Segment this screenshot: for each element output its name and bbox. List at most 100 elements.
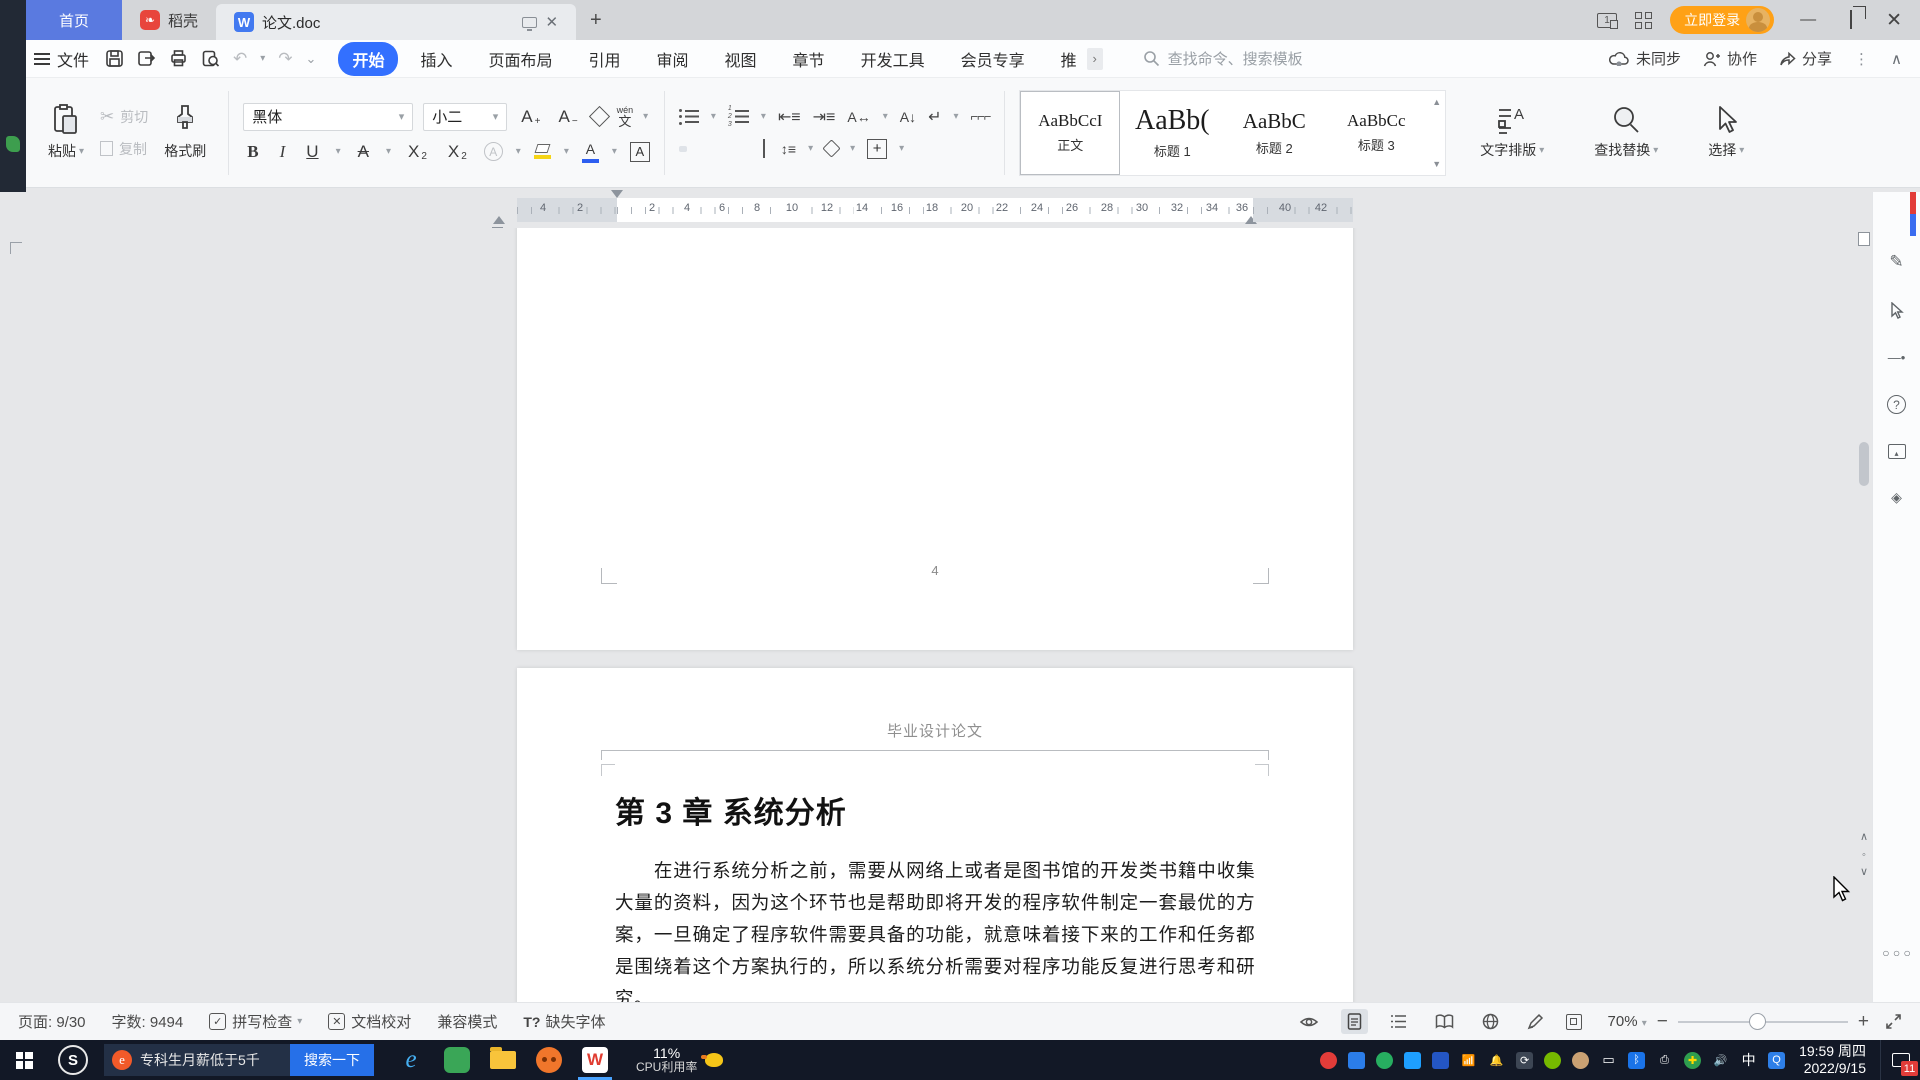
style-normal[interactable]: AaBbCcI 正文	[1020, 90, 1121, 175]
tray-shield-icon[interactable]	[1432, 1051, 1450, 1069]
cpu-monitor-widget[interactable]: 11% CPU利用率	[636, 1045, 724, 1075]
file-explorer-icon[interactable]	[480, 1040, 526, 1080]
jump-page-icon[interactable]: ◦	[1857, 847, 1871, 865]
copy-button[interactable]: 复制	[100, 139, 148, 159]
ime-indicator[interactable]: 中	[1740, 1052, 1757, 1069]
character-border-button[interactable]: A	[629, 141, 650, 162]
hanging-indent-marker[interactable]	[493, 210, 505, 224]
align-right-button[interactable]	[719, 146, 727, 152]
undo-icon[interactable]: ↶	[233, 49, 247, 69]
redo-icon[interactable]: ↷	[278, 49, 292, 69]
usb-device-icon[interactable]: ⎙	[1656, 1052, 1673, 1069]
ink-annotate-button[interactable]	[1521, 1009, 1550, 1034]
stamp-icon[interactable]: ◈	[1891, 489, 1902, 506]
style-heading1[interactable]: AaBb( 标题 1	[1122, 91, 1222, 175]
present-to-screen-icon[interactable]	[522, 16, 538, 31]
export-icon[interactable]	[137, 49, 156, 68]
increase-font-icon[interactable]: A +	[517, 106, 544, 128]
annotate-pen-icon[interactable]: ✎	[1889, 252, 1903, 272]
previous-page-icon[interactable]: ∧	[1857, 829, 1871, 847]
nvidia-icon[interactable]	[1544, 1051, 1562, 1069]
network-signal-icon[interactable]: 📶	[1460, 1052, 1477, 1069]
paste-button[interactable]: 粘贴 ▾	[40, 100, 92, 165]
tab-docer[interactable]: ❧ 稻壳	[122, 0, 216, 40]
more-menu-icon[interactable]: ⋮	[1854, 50, 1869, 68]
italic-button[interactable]: I	[276, 141, 290, 163]
tray-green-app-icon[interactable]	[1376, 1051, 1394, 1069]
align-center-button[interactable]	[699, 146, 707, 152]
tab-member[interactable]: 会员专享	[947, 42, 1039, 76]
tab-section[interactable]: 章节	[779, 42, 839, 76]
cut-button[interactable]: ✂ 剪切	[100, 107, 148, 127]
compat-mode[interactable]: 兼容模式	[437, 1011, 497, 1032]
phonetic-guide-icon[interactable]: wén 文	[617, 105, 634, 128]
enclose-character-button[interactable]: A	[483, 142, 503, 161]
sync-tray-icon[interactable]: ⟳	[1516, 1051, 1534, 1069]
horizontal-ruler[interactable]: 4 2 2 4 6 8 10 12 14 16 18 20 22 24 26 2…	[492, 190, 1353, 235]
font-color-button[interactable]: A	[581, 141, 599, 163]
wps-app-icon[interactable]: W	[572, 1040, 618, 1080]
volume-icon[interactable]: 🔊	[1712, 1052, 1729, 1069]
select-tool-icon[interactable]	[1889, 302, 1905, 320]
style-heading2[interactable]: AaBbC 标题 2	[1224, 91, 1324, 175]
style-heading3[interactable]: AaBbCc 标题 3	[1326, 91, 1426, 175]
green-app-icon[interactable]	[434, 1040, 480, 1080]
align-left-button[interactable]	[678, 145, 687, 152]
tab-close-icon[interactable]: ✕	[545, 13, 558, 31]
fit-page-icon[interactable]	[1565, 1013, 1582, 1030]
new-tab-button[interactable]: +	[576, 0, 616, 40]
bullet-list-button[interactable]	[678, 108, 699, 125]
strikethrough-button[interactable]: A	[354, 141, 373, 163]
spell-check-button[interactable]: ✓ 拼写检查 ▾	[209, 1011, 302, 1032]
scrollbar-thumb[interactable]	[1859, 442, 1869, 486]
borders-button[interactable]: +	[867, 138, 888, 159]
select-button[interactable]: 选择 ▾	[1700, 101, 1752, 164]
tabs-overflow-icon[interactable]: ›	[1086, 47, 1103, 70]
document-page-current[interactable]: 毕业设计论文 第 3 章 系统分析 在进行系统分析之前，需要从网络上或者是图书馆…	[517, 668, 1353, 1002]
tray-red-app-icon[interactable]	[1320, 1051, 1338, 1069]
taskbar-search-button[interactable]: 搜索一下	[290, 1044, 374, 1076]
zoom-slider-thumb[interactable]	[1749, 1012, 1767, 1030]
print-icon[interactable]	[169, 49, 188, 68]
zoom-in-icon[interactable]: +	[1858, 1011, 1869, 1033]
undo-dropdown-icon[interactable]: ▾	[260, 53, 265, 64]
decrease-font-icon[interactable]: A −	[554, 106, 581, 128]
restore-button[interactable]	[1842, 10, 1860, 29]
format-painter-button[interactable]: 格式刷	[156, 100, 214, 165]
find-replace-button[interactable]: 查找替换 ▾	[1586, 101, 1666, 164]
health-cross-icon[interactable]: ✚	[1684, 1051, 1702, 1069]
superscript-button[interactable]: X2	[404, 141, 431, 163]
sort-icon[interactable]: A↓	[900, 109, 916, 125]
increase-indent-icon[interactable]: ⇥≡	[813, 107, 836, 127]
bold-button[interactable]: B	[243, 141, 262, 163]
subscript-button[interactable]: X2	[444, 141, 471, 163]
page-indicator[interactable]: 页面: 9/30	[18, 1011, 86, 1032]
missing-font-button[interactable]: T? 缺失字体	[523, 1011, 605, 1032]
ruler-toggle-icon[interactable]	[1858, 232, 1870, 246]
tab-home[interactable]: 首页	[26, 0, 122, 40]
bluetooth-icon[interactable]: ᛒ	[1628, 1051, 1646, 1069]
line-spacing-icon[interactable]: ↕≡	[781, 141, 796, 157]
numbered-list-button[interactable]: 123	[728, 105, 749, 128]
justify-button[interactable]	[739, 146, 747, 152]
share-button[interactable]: 分享	[1779, 48, 1832, 69]
login-button[interactable]: 立即登录	[1670, 6, 1775, 34]
help-icon[interactable]: ?	[1887, 395, 1906, 414]
tab-dev-tools[interactable]: 开发工具	[847, 42, 939, 76]
character-scale-icon[interactable]: A↔	[847, 109, 870, 125]
clear-format-icon[interactable]	[588, 105, 610, 128]
next-page-icon[interactable]: ∨	[1857, 864, 1871, 882]
decrease-indent-icon[interactable]: ⇤≡	[778, 107, 801, 127]
zoom-out-icon[interactable]: −	[1657, 1011, 1668, 1033]
notification-bell-icon[interactable]: 🔔	[1488, 1052, 1505, 1069]
window-split-icon[interactable]: 1	[1597, 12, 1619, 29]
quickbar-customize-icon[interactable]: ⌄	[306, 51, 317, 67]
portrait-avatar-icon[interactable]	[1572, 1051, 1590, 1069]
first-line-indent-marker[interactable]	[611, 190, 623, 204]
shading-button[interactable]	[822, 139, 841, 158]
font-name-select[interactable]: 黑体 ▾	[243, 102, 414, 131]
page-view-button[interactable]	[1340, 1009, 1368, 1034]
underline-button[interactable]: U	[302, 141, 322, 163]
gallery-up-icon[interactable]: ▲	[1432, 97, 1441, 107]
read-mode-button[interactable]	[1429, 1010, 1460, 1033]
